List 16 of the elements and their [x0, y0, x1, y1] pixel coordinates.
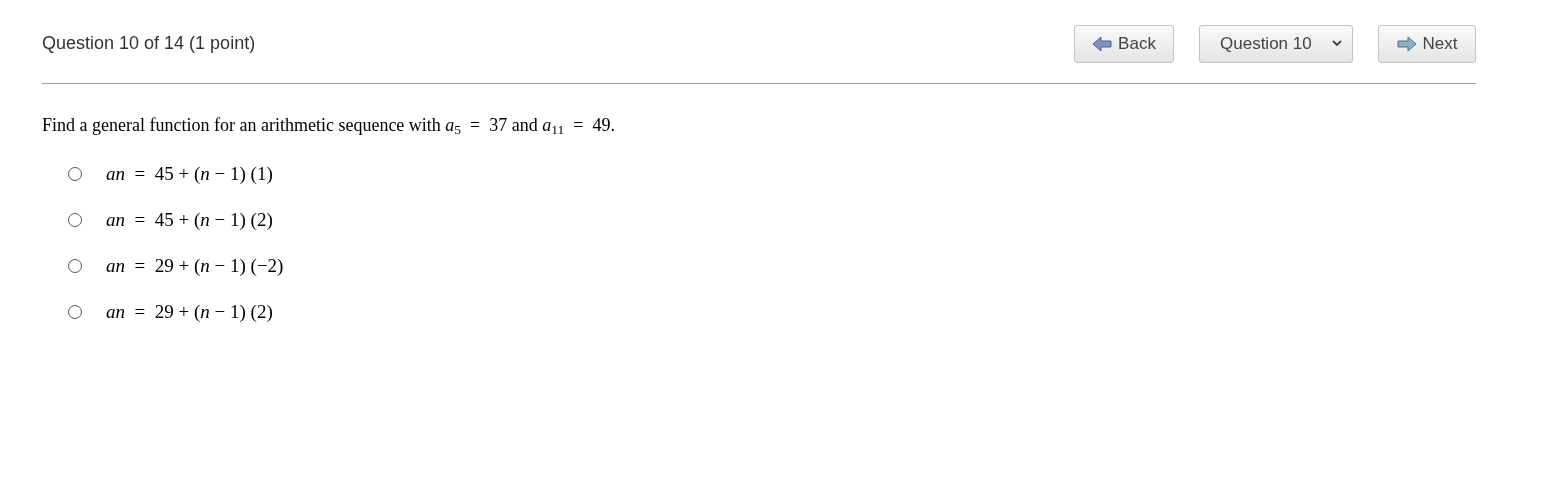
right-arrow-icon: [1396, 35, 1417, 52]
question-text: Find a general function for an arithmetic sequence with a$_{5}$ = 37 and a$_{11}$ = 49.: [42, 114, 616, 139]
back-button[interactable]: Back: [1074, 24, 1174, 63]
answer-option: an = 29 + (n − 1) (−2): [106, 251, 284, 281]
radio-button[interactable]: [68, 167, 82, 181]
answer-option: an = 29 + (n − 1) (2): [106, 297, 273, 327]
radio-button[interactable]: [68, 305, 82, 319]
next-button[interactable]: Next: [1378, 24, 1476, 63]
radio-button[interactable]: [68, 259, 82, 273]
chevron-down-icon: [1332, 40, 1342, 47]
question-counter: Question 10 of 14 (1 point): [42, 32, 257, 55]
answer-option: an = 45 + (n − 1) (1): [106, 159, 273, 189]
question-dropdown[interactable]: Question 10: [1199, 24, 1353, 63]
answer-option: an = 45 + (n − 1) (2): [106, 205, 273, 235]
left-arrow-icon: [1092, 35, 1113, 52]
radio-button[interactable]: [68, 213, 82, 227]
